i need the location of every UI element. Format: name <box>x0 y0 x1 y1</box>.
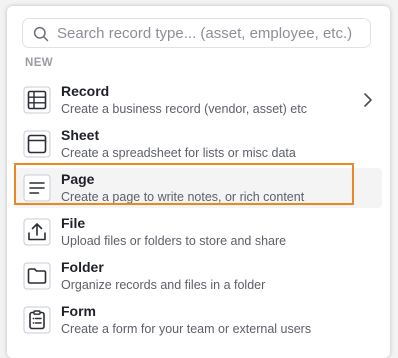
page-lines-icon <box>21 172 53 204</box>
menu-item-title: File <box>61 215 86 231</box>
table-grid-icon <box>21 84 53 116</box>
menu-item-form[interactable]: Form Create a form for your team or exte… <box>15 300 382 340</box>
menu-item-description: Upload files or folders to store and sha… <box>61 234 287 248</box>
menu-item-folder[interactable]: Folder Organize records and files in a f… <box>15 256 382 296</box>
menu-item-description: Create a spreadsheet for lists or misc d… <box>61 146 296 160</box>
menu-item-description: Organize records and files in a folder <box>61 278 266 292</box>
search-icon <box>33 26 49 42</box>
menu-item-description: Create a business record (vendor, asset)… <box>61 102 307 116</box>
upload-icon <box>21 216 53 248</box>
menu-item-title: Record <box>61 83 110 99</box>
menu-item-sheet[interactable]: Sheet Create a spreadsheet for lists or … <box>15 124 382 164</box>
menu-item-page[interactable]: Page Create a page to write notes, or ri… <box>15 168 382 208</box>
menu-item-title: Form <box>61 303 96 319</box>
menu-item-title: Sheet <box>61 127 100 143</box>
menu-item-description: Create a form for your team or external … <box>61 322 312 336</box>
sheet-icon <box>21 128 53 160</box>
section-label-new: NEW <box>25 57 54 69</box>
create-menu-panel: NEW Record Create a business record (ven… <box>7 6 390 358</box>
menu-item-record[interactable]: Record Create a business record (vendor,… <box>15 80 382 120</box>
menu-item-description: Create a page to write notes, or rich co… <box>61 190 305 204</box>
menu-item-title: Page <box>61 171 95 187</box>
clipboard-form-icon <box>21 304 53 336</box>
search-input[interactable] <box>57 22 362 44</box>
search-box[interactable] <box>22 18 371 48</box>
menu-item-file[interactable]: File Upload files or folders to store an… <box>15 212 382 252</box>
chevron-right-icon[interactable] <box>360 92 376 108</box>
menu-item-title: Folder <box>61 259 104 275</box>
folder-icon <box>21 260 53 292</box>
